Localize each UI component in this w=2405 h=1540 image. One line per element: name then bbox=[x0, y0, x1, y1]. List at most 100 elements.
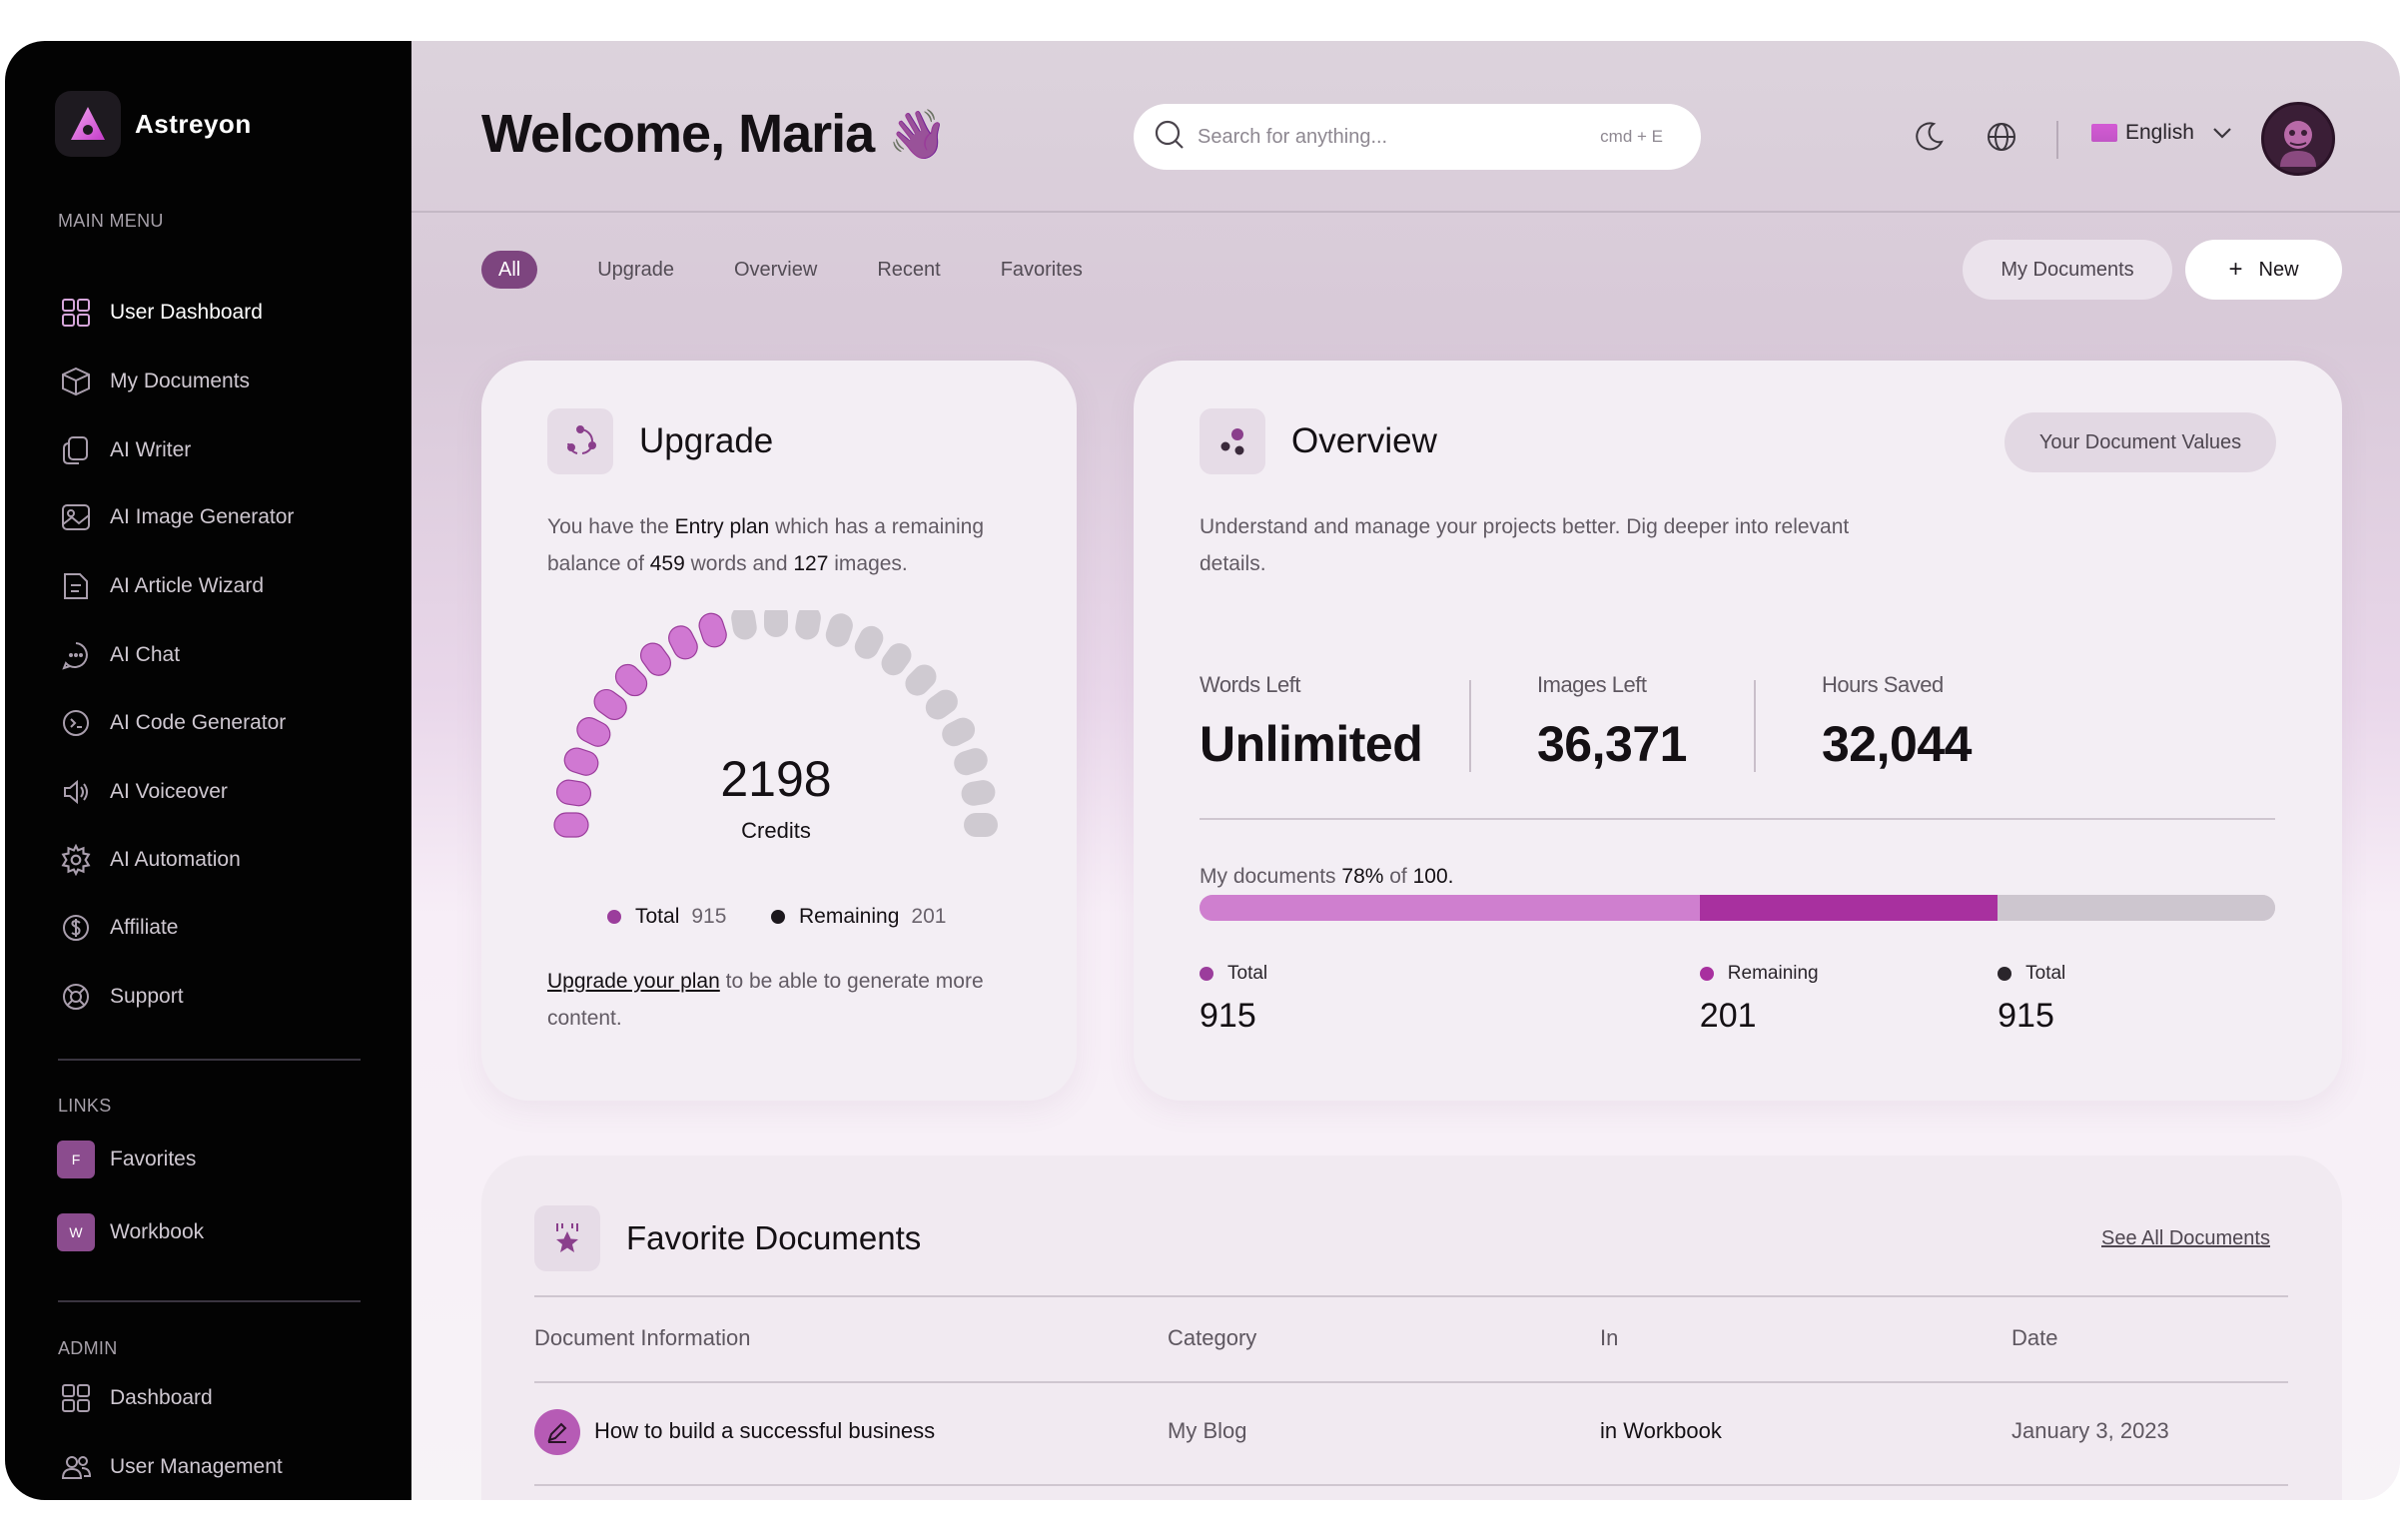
sidebar-item-affiliate[interactable]: Affiliate bbox=[57, 906, 179, 950]
stat-label: Hours Saved bbox=[1822, 672, 1944, 697]
sidebar-item-label: AI Writer bbox=[110, 438, 192, 461]
avatar[interactable] bbox=[2261, 102, 2335, 176]
legend-dot bbox=[607, 910, 621, 924]
flag-icon bbox=[2091, 124, 2117, 142]
stat-label: Words Left bbox=[1200, 672, 1300, 697]
plan-name: Entry plan bbox=[674, 515, 770, 538]
sidebar-item-ai-writer[interactable]: AI Writer bbox=[57, 428, 191, 472]
bar-legend-total: Total 915 bbox=[1200, 963, 1267, 1036]
sidebar-item-ai-voiceover[interactable]: AI Voiceover bbox=[57, 770, 228, 814]
tab-all[interactable]: All bbox=[481, 251, 538, 289]
dollar-icon bbox=[57, 909, 95, 947]
dots-icon bbox=[1200, 408, 1265, 474]
sidebar-item-support[interactable]: Support bbox=[57, 975, 184, 1019]
brand-name: Astreyon bbox=[135, 108, 252, 139]
sidebar-item-user-dashboard[interactable]: User Dashboard bbox=[57, 291, 263, 335]
main-menu-title: MAIN MENU bbox=[58, 211, 164, 231]
tab-favorites[interactable]: Favorites bbox=[1001, 250, 1083, 290]
document-category: My Blog bbox=[1168, 1418, 1247, 1443]
gauge-segment-empty bbox=[925, 689, 958, 720]
sidebar-item-my-documents[interactable]: My Documents bbox=[57, 360, 250, 403]
document-values-button[interactable]: Your Document Values bbox=[2004, 412, 2276, 472]
text: content. bbox=[547, 1007, 622, 1030]
card-title: Upgrade bbox=[639, 421, 774, 460]
my-documents-button[interactable]: My Documents bbox=[1963, 240, 2172, 300]
plus-icon: + bbox=[2228, 256, 2243, 283]
stat-value: Unlimited bbox=[1200, 716, 1423, 772]
see-all-documents-link[interactable]: See All Documents bbox=[2101, 1227, 2270, 1250]
speaker-icon bbox=[57, 773, 95, 811]
sidebar-item-ai-automation[interactable]: AI Automation bbox=[57, 838, 241, 882]
plan-description: You have the Entry plan which has a rema… bbox=[547, 508, 1017, 582]
tab-overview[interactable]: Overview bbox=[734, 250, 817, 290]
wave-icon: 👋 bbox=[888, 108, 948, 162]
divider bbox=[534, 1484, 2288, 1486]
sidebar-item-label: AI Chat bbox=[110, 643, 181, 666]
new-button-label: New bbox=[2258, 258, 2299, 281]
welcome-text: Welcome, Maria bbox=[481, 104, 875, 164]
divider bbox=[58, 1059, 361, 1061]
sidebar-item-label: My Documents bbox=[110, 370, 251, 392]
overview-card: Overview Your Document Values Understand… bbox=[1134, 361, 2342, 1101]
table-row[interactable]: How to build a successful business My Bl… bbox=[534, 1382, 2288, 1483]
bar-legend-remaining: Remaining 201 bbox=[1699, 963, 1819, 1036]
moon-icon[interactable] bbox=[1911, 119, 1947, 155]
card-title: Favorite Documents bbox=[626, 1219, 922, 1256]
tab-recent[interactable]: Recent bbox=[877, 250, 940, 290]
new-button[interactable]: + New bbox=[2185, 240, 2342, 300]
globe-icon[interactable] bbox=[1984, 119, 2019, 155]
document-name: How to build a successful business bbox=[594, 1418, 936, 1443]
sidebar-item-ai-code-generator[interactable]: AI Code Generator bbox=[57, 701, 286, 745]
text: Understand and manage your projects bett… bbox=[1200, 515, 1850, 538]
lifebuoy-icon bbox=[57, 978, 95, 1016]
column-header: Category bbox=[1168, 1325, 1257, 1350]
sidebar-item-ai-chat[interactable]: AI Chat bbox=[57, 633, 180, 677]
divider bbox=[1200, 818, 2275, 820]
overview-description: Understand and manage your projects bett… bbox=[1200, 508, 1959, 582]
admin-title: ADMIN bbox=[58, 1338, 118, 1358]
link-workbook[interactable]: W Workbook bbox=[57, 1210, 204, 1254]
text: You have the bbox=[547, 515, 675, 538]
legend-label: Total bbox=[2025, 963, 2066, 984]
language-label: English bbox=[2125, 121, 2194, 144]
chat-icon bbox=[57, 636, 95, 674]
search-bar[interactable]: cmd + E bbox=[1134, 104, 1701, 170]
divider bbox=[534, 1295, 2288, 1297]
documents-progress-bar bbox=[1200, 895, 2275, 921]
legend-value: 915 bbox=[1998, 997, 2054, 1035]
sidebar-item-label: AI Automation bbox=[110, 848, 241, 871]
tab-upgrade[interactable]: Upgrade bbox=[597, 250, 674, 290]
upgrade-plan-link[interactable]: Upgrade your plan bbox=[547, 970, 720, 993]
gauge-segment-empty bbox=[942, 717, 976, 747]
sidebar-item-ai-article-wizard[interactable]: AI Article Wizard bbox=[57, 564, 264, 608]
search-icon bbox=[1154, 119, 1186, 156]
text: which has a remaining bbox=[769, 515, 985, 538]
legend-value: 201 bbox=[1699, 997, 1757, 1035]
usage-percent: 78% bbox=[1341, 865, 1384, 888]
link-badge: F bbox=[57, 1141, 95, 1178]
brand[interactable]: Astreyon bbox=[55, 91, 252, 157]
admin-item-user-management[interactable]: User Management bbox=[57, 1445, 283, 1489]
search-input[interactable] bbox=[1198, 125, 1601, 149]
admin-item-dashboard[interactable]: Dashboard bbox=[57, 1376, 213, 1420]
credits-gauge: 2198 Credits bbox=[541, 603, 1011, 870]
text: My documents bbox=[1200, 865, 1342, 888]
app-window: Astreyon MAIN MENU User Dashboard My Doc… bbox=[5, 41, 2400, 1500]
link-label: Workbook bbox=[110, 1220, 205, 1243]
link-favorites[interactable]: F Favorites bbox=[57, 1138, 196, 1181]
sidebar-item-ai-image-generator[interactable]: AI Image Generator bbox=[57, 495, 294, 539]
legend-dot bbox=[1699, 967, 1714, 981]
search-shortcut: cmd + E bbox=[1600, 127, 1663, 146]
stat-label: Images Left bbox=[1537, 672, 1647, 697]
stat-value: 36,371 bbox=[1537, 716, 1687, 772]
favorite-documents-card: Favorite Documents See All Documents Doc… bbox=[481, 1155, 2342, 1500]
legend-total: Total 915 bbox=[607, 905, 726, 929]
words-count: 459 bbox=[649, 552, 685, 575]
text: words and bbox=[684, 552, 794, 575]
legend-dot bbox=[1200, 967, 1213, 981]
sidebar-item-label: Support bbox=[110, 985, 184, 1008]
language-select[interactable]: English bbox=[2091, 121, 2232, 145]
images-count: 127 bbox=[793, 552, 829, 575]
legend-label: Total bbox=[1227, 963, 1268, 984]
card-header: Upgrade bbox=[547, 408, 773, 474]
